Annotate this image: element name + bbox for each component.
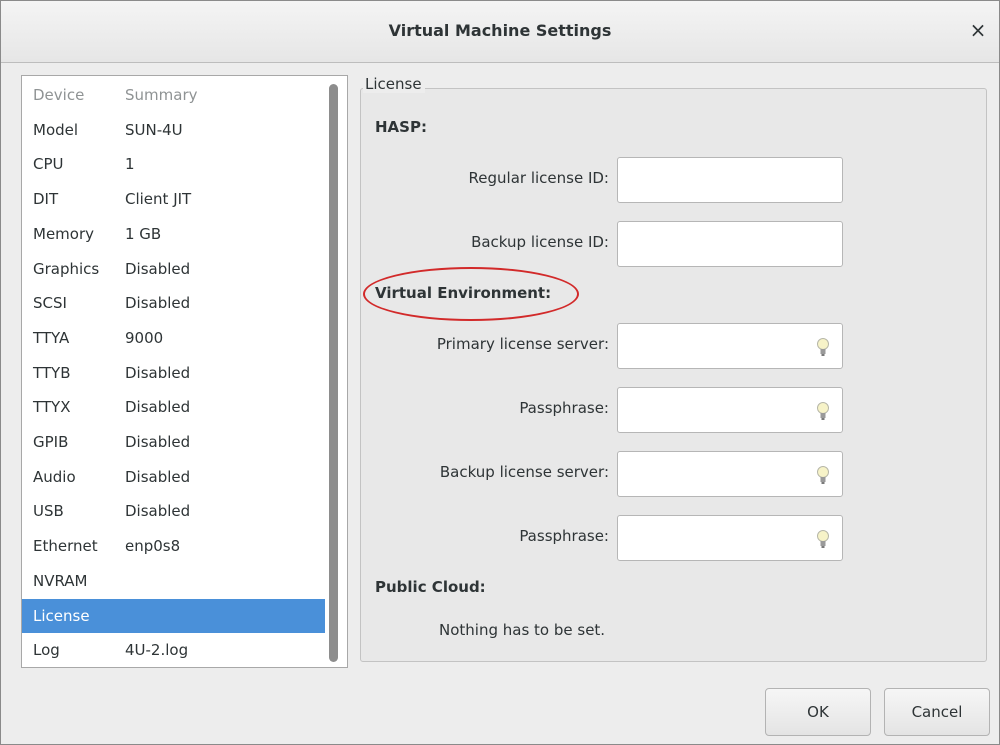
device-summary: 1: [125, 155, 135, 174]
device-row-cpu[interactable]: CPU 1: [22, 147, 325, 181]
device-row-ttya[interactable]: TTYA 9000: [22, 321, 325, 355]
device-summary: 9000: [125, 328, 164, 347]
virtual-environment-heading: Virtual Environment:: [375, 284, 552, 302]
lightbulb-icon: [817, 338, 829, 356]
device-summary: enp0s8: [125, 537, 181, 556]
device-name: Log: [33, 641, 60, 660]
device-summary: Disabled: [125, 433, 191, 451]
passphrase-1-input[interactable]: [617, 387, 843, 433]
regular-license-label: Regular license ID:: [468, 169, 609, 187]
list-scrollbar[interactable]: [329, 84, 338, 662]
device-summary: Client JIT: [125, 190, 192, 209]
device-row-nvram[interactable]: NVRAM: [22, 564, 325, 598]
device-name: TTYB: [33, 363, 71, 382]
device-summary: 1 GB: [125, 224, 162, 243]
device-name: SCSI: [33, 294, 67, 313]
device-name: TTYA: [33, 328, 70, 347]
device-summary: Disabled: [125, 502, 191, 521]
ok-button[interactable]: OK: [765, 688, 871, 736]
lightbulb-icon: [817, 402, 829, 420]
backup-server-label: Backup license server:: [439, 463, 609, 481]
device-summary: Disabled: [125, 259, 191, 278]
device-row-ttyb[interactable]: TTYB Disabled: [22, 356, 325, 390]
device-row-scsi[interactable]: SCSI Disabled: [22, 286, 325, 320]
license-group-title: License: [363, 75, 425, 93]
device-name: USB: [33, 502, 64, 521]
device-name: Ethernet: [33, 537, 98, 556]
device-list: Device Summary Model SUN-4U CPU 1 DIT Client …: [21, 75, 348, 668]
backup-license-label: Backup license ID:: [471, 233, 609, 251]
title-bar: Virtual Machine Settings ×: [1, 1, 999, 63]
backup-license-input[interactable]: [617, 221, 843, 267]
hasp-heading: HASP:: [375, 118, 427, 136]
passphrase-2-label: Passphrase:: [519, 527, 609, 545]
device-row-ttyx[interactable]: TTYX Disabled: [22, 390, 325, 424]
device-row-memory[interactable]: Memory 1 GB: [22, 217, 325, 251]
device-row-log[interactable]: Log 4U-2.log: [22, 633, 325, 667]
device-name: Audio: [33, 467, 76, 486]
device-summary: Disabled: [125, 363, 191, 382]
device-row-audio[interactable]: Audio Disabled: [22, 460, 325, 494]
device-row-usb[interactable]: USB Disabled: [22, 494, 325, 528]
lightbulb-icon: [817, 466, 829, 484]
device-name: NVRAM: [33, 571, 88, 590]
header-device: Device: [33, 86, 85, 104]
device-row-ethernet[interactable]: Ethernet enp0s8: [22, 529, 325, 563]
device-name: TTYX: [33, 398, 71, 417]
public-cloud-note: Nothing has to be set.: [439, 621, 606, 639]
device-name: CPU: [33, 155, 64, 174]
backup-server-input[interactable]: [617, 451, 843, 497]
device-summary: Disabled: [125, 467, 191, 486]
device-summary: Disabled: [125, 294, 191, 313]
passphrase-2-input[interactable]: [617, 515, 843, 561]
dialog-window: Virtual Machine Settings × Device Summar…: [0, 0, 1000, 745]
device-row-license[interactable]: License: [22, 598, 325, 633]
primary-server-input[interactable]: [617, 323, 843, 369]
device-summary: SUN-4U: [125, 120, 183, 139]
device-summary: Disabled: [125, 398, 191, 417]
device-name: Model: [33, 120, 79, 139]
header-summary: Summary: [125, 86, 198, 104]
device-row-dit[interactable]: DIT Client JIT: [22, 182, 325, 216]
window-title: Virtual Machine Settings: [388, 21, 612, 40]
close-icon[interactable]: ×: [967, 19, 989, 41]
public-cloud-heading: Public Cloud:: [375, 578, 486, 596]
passphrase-1-label: Passphrase:: [519, 399, 609, 417]
cancel-button[interactable]: Cancel: [884, 688, 990, 736]
device-name: Graphics: [33, 259, 100, 278]
device-name: GPIB: [33, 433, 69, 451]
lightbulb-icon: [817, 530, 829, 548]
device-row-graphics[interactable]: Graphics Disabled: [22, 252, 325, 286]
device-name: License: [33, 606, 90, 625]
primary-server-label: Primary license server:: [436, 335, 609, 353]
device-summary: 4U-2.log: [125, 641, 189, 660]
device-name: DIT: [33, 190, 59, 209]
device-row-model[interactable]: Model SUN-4U: [22, 113, 325, 147]
device-row-gpib[interactable]: GPIB Disabled: [22, 425, 325, 459]
device-name: Memory: [33, 224, 95, 243]
regular-license-input[interactable]: [617, 157, 843, 203]
list-header: Device Summary: [22, 78, 325, 112]
